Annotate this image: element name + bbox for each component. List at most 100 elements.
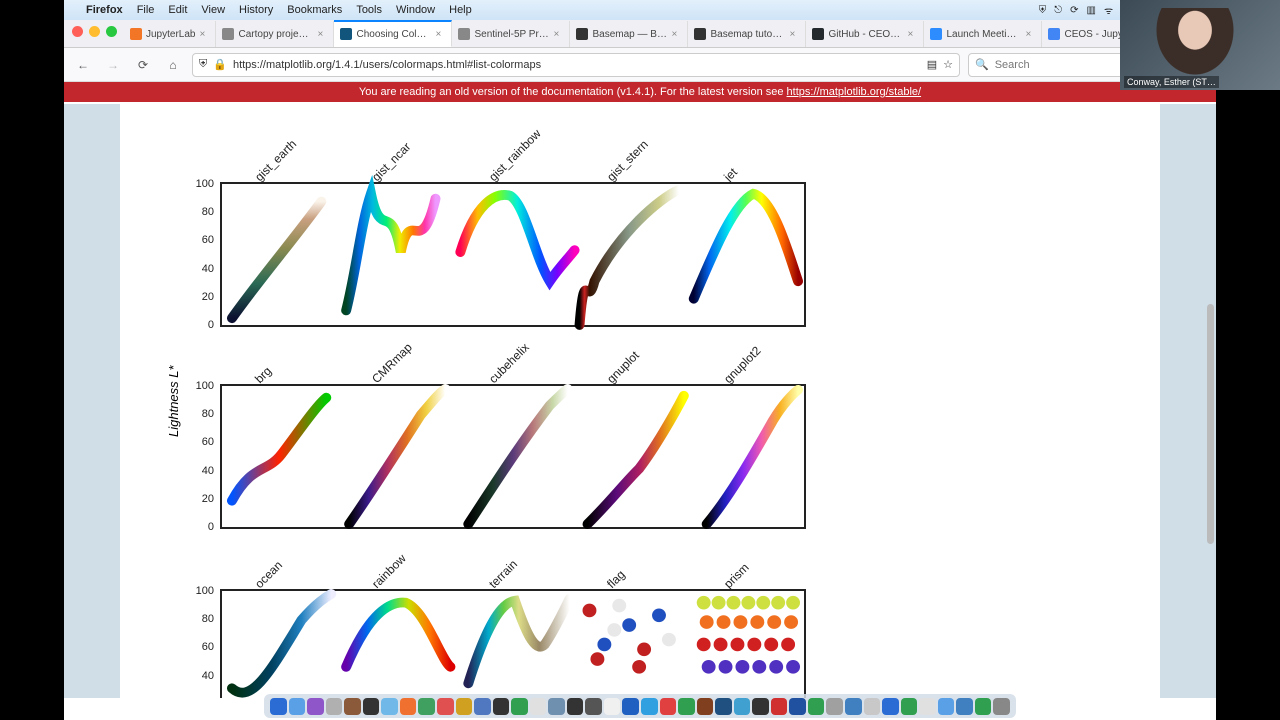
y-tick: 20 [202, 493, 214, 505]
menu-view[interactable]: View [201, 4, 225, 16]
tab-github[interactable]: GitHub - CEOS-Ju…× [806, 21, 924, 47]
dock-app-icon[interactable] [901, 698, 918, 715]
dock-app-icon[interactable] [530, 698, 547, 715]
prism-scatter [697, 596, 800, 674]
menu-file[interactable]: File [137, 4, 155, 16]
dock-app-icon[interactable] [474, 698, 491, 715]
dock-app-icon[interactable] [752, 698, 769, 715]
series-label: gist_stern [604, 137, 651, 184]
menu-help[interactable]: Help [449, 4, 472, 16]
window-close[interactable] [72, 26, 83, 37]
dock-app-icon[interactable] [326, 698, 343, 715]
dock-app-icon[interactable] [938, 698, 955, 715]
dock-app-icon[interactable] [585, 698, 602, 715]
dock-app-icon[interactable] [270, 698, 287, 715]
menu-window[interactable]: Window [396, 4, 435, 16]
tab-cartopy[interactable]: Cartopy projection list …× [216, 21, 334, 47]
y-tick: 100 [196, 380, 214, 392]
close-icon[interactable]: × [907, 29, 917, 40]
dock-app-icon[interactable] [956, 698, 973, 715]
banner-text: You are reading an old version of the do… [359, 86, 787, 98]
dock-app-icon[interactable] [993, 698, 1010, 715]
dock-app-icon[interactable] [604, 698, 621, 715]
y-tick: 60 [202, 641, 214, 653]
dock-app-icon[interactable] [363, 698, 380, 715]
dock-app-icon[interactable] [493, 698, 510, 715]
webcam-name-label: Conway, Esther (ST… [1124, 76, 1219, 88]
window-minimize[interactable] [89, 26, 100, 37]
back-button[interactable]: ← [72, 58, 94, 72]
dock-app-icon[interactable] [622, 698, 639, 715]
page-sheet: 020406080100 gist_earthgist_ncargist_rai… [120, 104, 1160, 698]
dock-app-icon[interactable] [715, 698, 732, 715]
tab-jupyterlab[interactable]: JupyterLab× [124, 21, 216, 47]
series-label: brg [252, 364, 274, 386]
series-label: cubehelix [486, 340, 532, 386]
dock-app-icon[interactable] [289, 698, 306, 715]
dock-app-icon[interactable] [400, 698, 417, 715]
scrollbar-thumb[interactable] [1207, 304, 1214, 544]
close-icon[interactable]: × [435, 29, 445, 40]
lightness-plot-row2: 020406080100 Lightness L* brgCMRmapcubeh… [220, 384, 806, 529]
series-label: terrain [486, 557, 520, 591]
close-icon[interactable]: × [553, 29, 563, 40]
close-icon[interactable]: × [671, 29, 681, 40]
tab-basemap2[interactable]: Basemap tutorial — …× [688, 21, 806, 47]
menu-history[interactable]: History [239, 4, 273, 16]
reader-icon[interactable]: ▤ [927, 58, 937, 71]
close-icon[interactable]: × [1025, 29, 1035, 40]
series-label: CMRmap [369, 340, 415, 386]
banner-link[interactable]: https://matplotlib.org/stable/ [787, 86, 922, 98]
y-tick: 80 [202, 206, 214, 218]
series-label: flag [604, 567, 628, 591]
tab-basemap1[interactable]: Basemap — Basema…× [570, 21, 688, 47]
macos-dock[interactable] [264, 694, 1016, 718]
dock-app-icon[interactable] [548, 698, 565, 715]
dock-app-icon[interactable] [734, 698, 751, 715]
dock-app-icon[interactable] [456, 698, 473, 715]
lock-icon: 🔒 [213, 58, 227, 71]
close-icon[interactable]: × [199, 29, 209, 40]
close-icon[interactable]: × [317, 29, 327, 40]
dock-app-icon[interactable] [845, 698, 862, 715]
y-tick: 40 [202, 263, 214, 275]
y-tick: 60 [202, 234, 214, 246]
lightness-plot-row3: 406080100 oceanrainbowterrainflagprism [220, 589, 806, 698]
dock-app-icon[interactable] [975, 698, 992, 715]
dock-app-icon[interactable] [826, 698, 843, 715]
dock-app-icon[interactable] [771, 698, 788, 715]
dock-app-icon[interactable] [381, 698, 398, 715]
window-maximize[interactable] [106, 26, 117, 37]
forward-button[interactable]: → [102, 58, 124, 72]
dock-app-icon[interactable] [567, 698, 584, 715]
dock-app-icon[interactable] [418, 698, 435, 715]
dock-app-icon[interactable] [437, 698, 454, 715]
dock-app-icon[interactable] [789, 698, 806, 715]
menu-bookmarks[interactable]: Bookmarks [287, 4, 342, 16]
dock-app-icon[interactable] [697, 698, 714, 715]
menu-tools[interactable]: Tools [356, 4, 382, 16]
dock-app-icon[interactable] [641, 698, 658, 715]
dock-app-icon[interactable] [344, 698, 361, 715]
app-name[interactable]: Firefox [86, 4, 123, 16]
home-button[interactable]: ⌂ [162, 58, 184, 72]
dock-app-icon[interactable] [882, 698, 899, 715]
dock-app-icon[interactable] [864, 698, 881, 715]
reload-button[interactable]: ⟳ [132, 58, 154, 72]
dock-app-icon[interactable] [660, 698, 677, 715]
dock-app-icon[interactable] [919, 698, 936, 715]
close-icon[interactable]: × [789, 29, 799, 40]
page-viewport[interactable]: 020406080100 gist_earthgist_ncargist_rai… [64, 104, 1216, 698]
series-label: gist_earth [252, 137, 299, 184]
url-bar[interactable]: ⛨ 🔒 https://matplotlib.org/1.4.1/users/c… [192, 53, 960, 77]
tab-colormaps[interactable]: Choosing Colormaps…× [334, 20, 452, 47]
y-tick: 80 [202, 408, 214, 420]
tab-zoom[interactable]: Launch Meeting - Zo…× [924, 21, 1042, 47]
dock-app-icon[interactable] [511, 698, 528, 715]
dock-app-icon[interactable] [307, 698, 324, 715]
dock-app-icon[interactable] [678, 698, 695, 715]
bookmark-icon[interactable]: ☆ [943, 58, 953, 71]
dock-app-icon[interactable] [808, 698, 825, 715]
tab-sentinel5p[interactable]: Sentinel-5P Pre-Op…× [452, 21, 570, 47]
menu-edit[interactable]: Edit [168, 4, 187, 16]
